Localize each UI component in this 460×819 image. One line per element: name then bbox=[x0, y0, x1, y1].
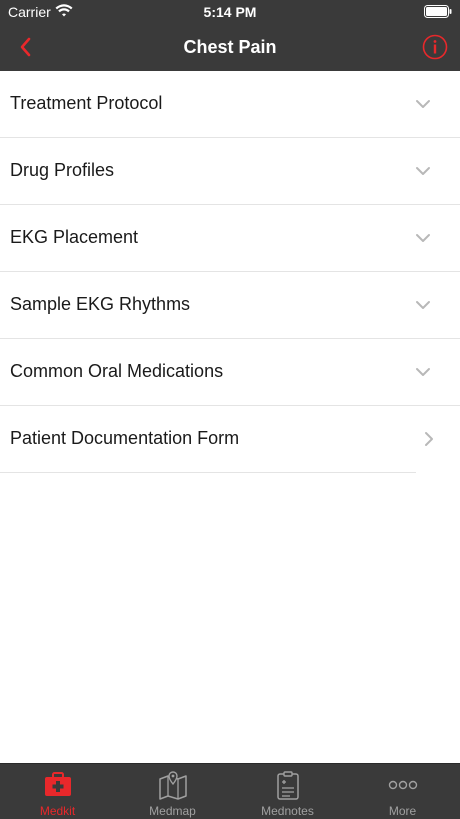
tab-mednotes[interactable]: Mednotes bbox=[230, 764, 345, 819]
list-item-label: EKG Placement bbox=[10, 227, 139, 247]
tab-label: Mednotes bbox=[261, 804, 314, 818]
chevron-right-icon bbox=[420, 430, 438, 448]
more-dots-icon bbox=[387, 770, 419, 800]
list-item-label: Drug Profiles bbox=[10, 160, 115, 180]
clipboard-icon bbox=[272, 770, 304, 800]
list-item-label: Common Oral Medications bbox=[10, 361, 224, 381]
tab-medkit[interactable]: Medkit bbox=[0, 764, 115, 819]
list-item-label: Patient Documentation Form bbox=[10, 428, 240, 448]
list-item-sample-ekg-rhythms[interactable]: Sample EKG Rhythms bbox=[0, 272, 460, 339]
tab-more[interactable]: More bbox=[345, 764, 460, 819]
battery-icon bbox=[424, 5, 452, 21]
chevron-down-icon bbox=[414, 296, 432, 314]
list-item-common-oral-medications[interactable]: Common Oral Medications bbox=[0, 339, 460, 406]
info-circle-icon[interactable] bbox=[422, 34, 448, 60]
list-item-label: Sample EKG Rhythms bbox=[10, 294, 191, 314]
list-item-ekg-placement[interactable]: EKG Placement bbox=[0, 205, 460, 272]
section-list: Treatment Protocol Drug Profiles EKG Pla… bbox=[0, 71, 460, 473]
list-item-drug-profiles[interactable]: Drug Profiles bbox=[0, 138, 460, 205]
tab-label: More bbox=[388, 804, 417, 818]
map-icon bbox=[157, 770, 189, 800]
chevron-down-icon bbox=[414, 229, 432, 247]
status-time: 5:14 PM bbox=[203, 4, 257, 20]
list-item-patient-documentation-form[interactable]: Patient Documentation Form bbox=[0, 406, 460, 473]
chevron-down-icon bbox=[414, 95, 432, 113]
list-item-label: Treatment Protocol bbox=[10, 93, 163, 113]
tab-label: Medmap bbox=[149, 804, 196, 818]
chevron-down-icon bbox=[414, 363, 432, 381]
medkit-icon bbox=[42, 770, 74, 800]
list-item-treatment-protocol[interactable]: Treatment Protocol bbox=[0, 71, 460, 138]
chevron-down-icon bbox=[414, 162, 432, 180]
tab-medmap[interactable]: Medmap bbox=[115, 764, 230, 819]
navigation-bar: Chest Pain bbox=[0, 26, 460, 71]
tab-bar: Medkit Medmap Mednotes More bbox=[0, 763, 460, 819]
page-title: Chest Pain bbox=[183, 37, 277, 57]
top-bar: Carrier 5:14 PM Chest Pain bbox=[0, 0, 460, 71]
status-bar: Carrier 5:14 PM bbox=[0, 0, 460, 24]
tab-label: Medkit bbox=[39, 804, 76, 818]
